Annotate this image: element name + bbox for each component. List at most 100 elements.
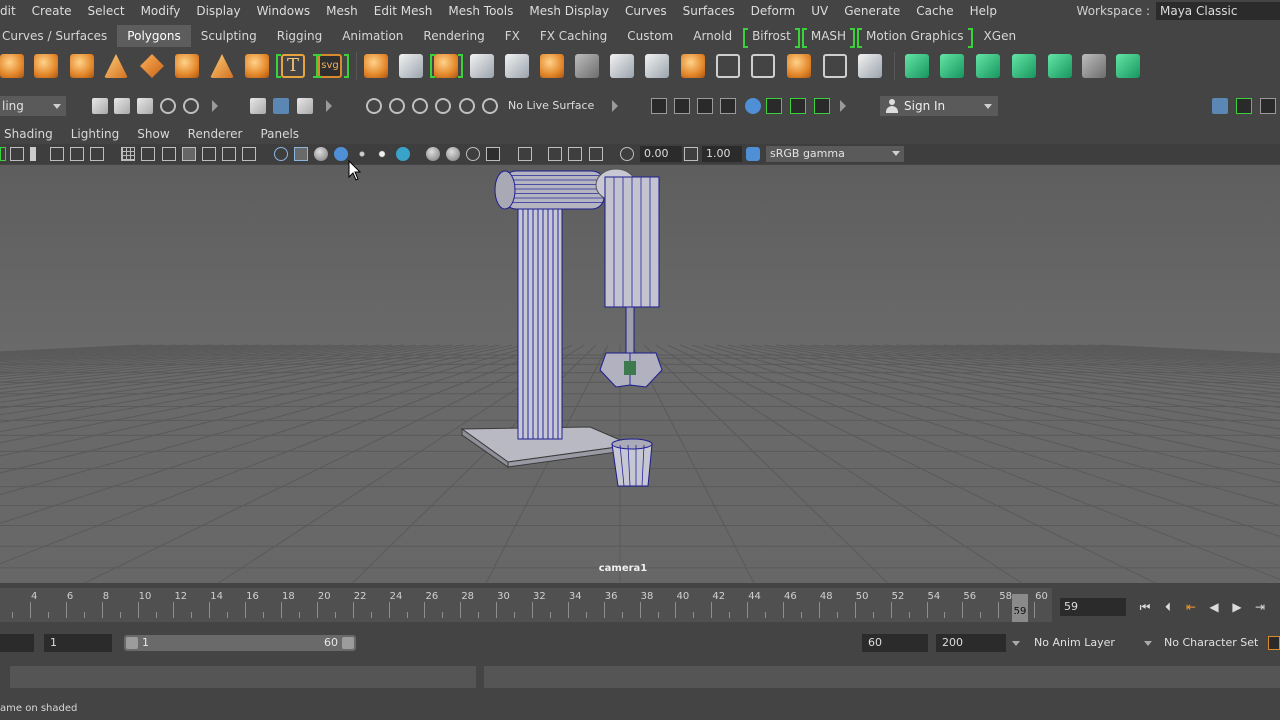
render-view-icon[interactable] xyxy=(651,98,667,114)
shelf-tab[interactable]: Motion Graphics xyxy=(856,25,974,48)
current-time-marker[interactable]: 59 xyxy=(1012,594,1028,622)
range-start-handle[interactable] xyxy=(126,637,138,649)
camera-select-icon[interactable] xyxy=(10,147,24,161)
collapse-arrow-icon[interactable] xyxy=(326,100,332,112)
playback-options-dropdown[interactable] xyxy=(1010,634,1020,652)
shelf-tab[interactable]: XGen xyxy=(974,25,1027,47)
step-back-frame-icon[interactable]: ⏴ xyxy=(1161,600,1175,614)
gate-mask-icon[interactable] xyxy=(182,147,196,161)
mel-command-input[interactable] xyxy=(10,666,476,688)
cylinder-icon[interactable] xyxy=(70,54,94,78)
menu-item[interactable]: Mesh Display xyxy=(521,0,617,22)
textured-icon[interactable] xyxy=(355,147,369,161)
menu-item[interactable]: Deform xyxy=(743,0,804,22)
live-surface-field[interactable]: No Live Surface xyxy=(504,97,604,115)
render-settings-icon[interactable] xyxy=(720,98,736,114)
time-ruler[interactable]: 59 4 6 8 10 12 14 16 18 20 22 24 26 28 30 32 34 36 38 40 42… xyxy=(0,588,1052,622)
redo-icon[interactable] xyxy=(183,98,199,114)
shelf-tab[interactable]: FX Caching xyxy=(530,25,617,47)
anim-layer-dropdown[interactable]: No Anim Layer xyxy=(1034,634,1152,652)
sphere-icon[interactable] xyxy=(0,54,24,78)
xray-joints-icon[interactable] xyxy=(568,147,582,161)
toggle-modeling-toolkit-icon[interactable] xyxy=(1212,98,1228,114)
view-transform-dropdown[interactable]: sRGB gamma xyxy=(766,146,904,162)
toggle-channel-box-icon[interactable] xyxy=(1260,98,1276,114)
shelf-tab[interactable]: Rigging xyxy=(267,25,332,47)
menu-item[interactable]: Create xyxy=(24,0,80,22)
shelf-tab[interactable]: MASH xyxy=(801,25,856,48)
bridge-icon[interactable] xyxy=(470,54,494,78)
quadrangulate-icon[interactable] xyxy=(1012,54,1036,78)
snap-view-plane-icon[interactable] xyxy=(435,98,451,114)
menu-item[interactable]: Generate xyxy=(836,0,908,22)
toggle-attribute-editor-icon[interactable] xyxy=(1236,98,1252,114)
render-frame-icon[interactable] xyxy=(674,98,690,114)
motion-blur-icon[interactable] xyxy=(446,147,460,161)
separate-icon[interactable] xyxy=(399,54,423,78)
safe-title-icon[interactable] xyxy=(242,147,256,161)
menu-item[interactable]: dit xyxy=(0,0,24,22)
cylinder-icon[interactable] xyxy=(1116,54,1140,78)
menu-item[interactable]: Help xyxy=(962,0,1005,22)
screen-space-ao-icon[interactable] xyxy=(426,147,440,161)
uv-editor-icon[interactable] xyxy=(716,54,740,78)
panel-menu-item[interactable]: Panels xyxy=(251,125,308,143)
exposure-reset-icon[interactable] xyxy=(620,147,634,161)
undo-icon[interactable] xyxy=(160,98,176,114)
menu-item[interactable]: Display xyxy=(188,0,248,22)
menu-item[interactable]: Mesh xyxy=(318,0,366,22)
safe-action-icon[interactable] xyxy=(222,147,236,161)
character-set-dropdown[interactable]: No Character Set xyxy=(1164,634,1260,652)
bool-union-icon[interactable] xyxy=(751,54,775,78)
workspace-dropdown[interactable]: Maya Classic xyxy=(1156,2,1280,20)
panel-menu-item[interactable]: Show xyxy=(128,125,178,143)
bookmark-icon[interactable] xyxy=(30,147,36,161)
select-by-hierarchy-icon[interactable] xyxy=(250,98,266,114)
target-weld-icon[interactable] xyxy=(610,54,634,78)
menu-item[interactable]: Cache xyxy=(908,0,961,22)
menu-item[interactable]: Modify xyxy=(133,0,189,22)
step-back-key-icon[interactable]: ⇤ xyxy=(1184,600,1198,614)
pyramid-icon[interactable] xyxy=(210,54,234,78)
menu-item[interactable]: Windows xyxy=(249,0,319,22)
snap-grid-icon[interactable] xyxy=(366,98,382,114)
play-backwards-icon[interactable]: ◀ xyxy=(1207,600,1221,614)
field-chart-icon[interactable] xyxy=(202,147,216,161)
resolution-gate-icon[interactable] xyxy=(162,147,176,161)
go-to-start-icon[interactable]: ⏮ xyxy=(1138,600,1152,614)
open-scene-icon[interactable] xyxy=(114,98,130,114)
extrude-icon[interactable] xyxy=(434,54,458,78)
ipr-render-icon[interactable] xyxy=(697,98,713,114)
shelf-tab[interactable]: Animation xyxy=(332,25,413,47)
grid-icon[interactable] xyxy=(121,147,135,161)
cube-icon[interactable] xyxy=(34,54,58,78)
symmetry-icon[interactable] xyxy=(482,98,498,114)
triangulate-icon[interactable] xyxy=(976,54,1000,78)
combine-icon[interactable] xyxy=(364,54,388,78)
planar-uv-icon[interactable] xyxy=(645,54,669,78)
svg-icon[interactable]: svg xyxy=(318,54,342,78)
menu-item[interactable]: Curves xyxy=(617,0,675,22)
color-management-icon[interactable] xyxy=(746,147,760,161)
snap-curve-icon[interactable] xyxy=(389,98,405,114)
cube-icon[interactable] xyxy=(1082,54,1106,78)
film-gate-icon[interactable] xyxy=(141,147,155,161)
attribute-editor-toggle-icon[interactable] xyxy=(814,98,830,114)
menu-set-dropdown[interactable]: ling xyxy=(0,96,66,116)
shelf-tab[interactable]: Rendering xyxy=(413,25,494,47)
cone-icon[interactable] xyxy=(104,54,128,78)
shelf-tab[interactable]: Polygons xyxy=(117,25,191,47)
make-live-icon[interactable] xyxy=(459,98,475,114)
wireframe-icon[interactable] xyxy=(274,147,288,161)
image-plane-icon[interactable] xyxy=(50,147,64,161)
shelf-tab[interactable]: Curves / Surfaces xyxy=(0,25,117,47)
automatic-uv-icon[interactable] xyxy=(681,54,705,78)
animation-end-field[interactable]: 200 xyxy=(936,634,1006,652)
step-forward-key-icon[interactable]: ⇥ xyxy=(1253,600,1267,614)
gamma-field[interactable]: 1.00 xyxy=(702,146,742,162)
torus-icon[interactable] xyxy=(175,54,199,78)
smooth-icon[interactable] xyxy=(505,54,529,78)
scene-start-field[interactable] xyxy=(0,634,34,652)
select-by-object-icon[interactable] xyxy=(273,98,289,114)
new-scene-icon[interactable] xyxy=(92,98,108,114)
